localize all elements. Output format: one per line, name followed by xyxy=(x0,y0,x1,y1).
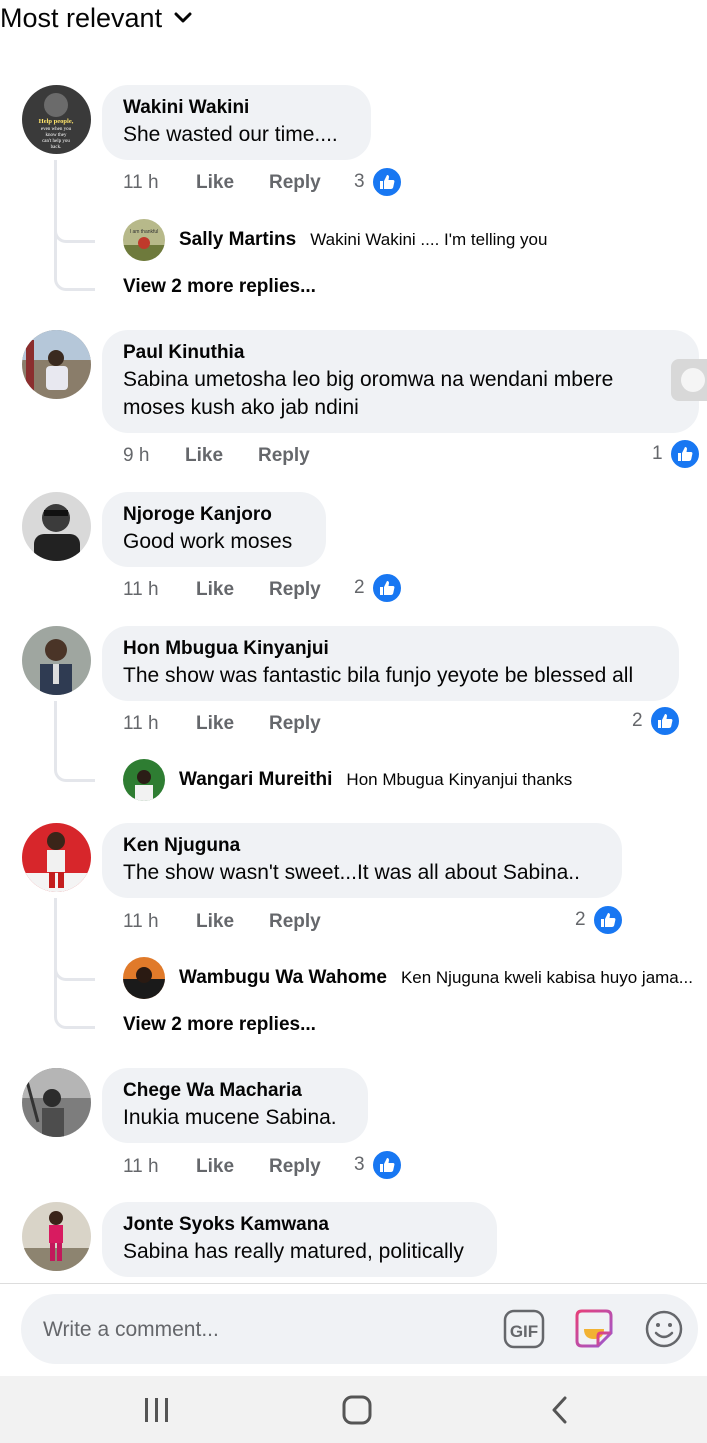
sort-label: Most relevant xyxy=(0,2,163,33)
comment-bubble[interactable]: Njoroge Kanjoro Good work moses xyxy=(102,492,326,567)
avatar[interactable] xyxy=(22,1202,91,1271)
svg-text:even when you: even when you xyxy=(41,127,72,132)
avatar[interactable] xyxy=(22,626,91,695)
comment-bubble[interactable]: Jonte Syoks Kamwana Sabina has really ma… xyxy=(102,1202,497,1277)
avatar[interactable] xyxy=(22,823,91,892)
reaction-count[interactable]: 2 xyxy=(632,705,681,737)
reply-text: Wakini Wakini .... I'm telling you xyxy=(310,230,548,249)
reply-button[interactable]: Reply xyxy=(269,1156,321,1178)
svg-text:know they: know they xyxy=(46,133,67,138)
scroll-handle[interactable] xyxy=(671,359,707,401)
avatar[interactable] xyxy=(123,759,165,801)
svg-text:Help people,: Help people, xyxy=(39,118,74,125)
reply-item[interactable]: I am thankful Sally Martins Wakini Wakin… xyxy=(123,219,683,261)
sticker-icon[interactable] xyxy=(572,1307,616,1351)
comment-author[interactable]: Ken Njuguna xyxy=(123,833,602,859)
avatar[interactable] xyxy=(22,492,91,561)
comment-text: She wasted our time.... xyxy=(123,123,338,146)
comment-composer: GIF xyxy=(21,1294,698,1364)
reply-button[interactable]: Reply xyxy=(269,713,321,735)
thread-connector xyxy=(54,240,95,291)
like-button[interactable]: Like xyxy=(196,911,234,933)
like-button[interactable]: Like xyxy=(196,1156,234,1178)
reply-button[interactable]: Reply xyxy=(258,445,310,467)
comment-text: The show wasn't sweet...It was all about… xyxy=(123,861,580,884)
comment-author[interactable]: Wakini Wakini xyxy=(123,95,351,121)
svg-text:GIF: GIF xyxy=(510,1322,538,1341)
comment-bubble[interactable]: Wakini Wakini She wasted our time.... xyxy=(102,85,371,160)
reply-item[interactable]: Wambugu Wa Wahome Ken Njuguna kweli kabi… xyxy=(123,957,698,999)
reaction-count[interactable]: 3 xyxy=(354,166,403,198)
comment-time: 11 h xyxy=(123,713,159,734)
comment-input[interactable] xyxy=(41,1314,475,1346)
svg-text:can't help you: can't help you xyxy=(42,139,70,144)
thread-connector xyxy=(54,978,95,1029)
thumbs-up-icon xyxy=(370,1149,403,1181)
like-button[interactable]: Like xyxy=(196,172,234,194)
comment-bubble[interactable]: Chege Wa Macharia Inukia mucene Sabina. xyxy=(102,1068,368,1143)
reaction-count[interactable]: 1 xyxy=(652,438,701,470)
recent-apps-icon[interactable] xyxy=(132,1390,182,1430)
comment-time: 9 h xyxy=(123,445,150,466)
gif-icon[interactable]: GIF xyxy=(502,1307,546,1351)
comment-bubble[interactable]: Hon Mbugua Kinyanjui The show was fantas… xyxy=(102,626,679,701)
back-icon[interactable] xyxy=(535,1390,585,1430)
comment-time: 11 h xyxy=(123,1156,159,1177)
comment-time: 11 h xyxy=(123,579,159,600)
view-more-replies[interactable]: View 2 more replies... xyxy=(123,276,316,298)
avatar[interactable] xyxy=(22,330,91,399)
comment-text: Good work moses xyxy=(123,530,293,553)
thumbs-up-icon xyxy=(648,705,681,737)
reply-button[interactable]: Reply xyxy=(269,172,321,194)
reply-author[interactable]: Wangari Mureithi xyxy=(179,769,332,791)
thumbs-up-icon xyxy=(370,166,403,198)
avatar[interactable]: I am thankful xyxy=(123,219,165,261)
reply-author[interactable]: Wambugu Wa Wahome xyxy=(179,967,387,989)
like-button[interactable]: Like xyxy=(196,579,234,601)
svg-text:I am thankful: I am thankful xyxy=(130,229,159,235)
chevron-down-icon xyxy=(174,12,192,23)
thread-connector xyxy=(54,200,95,243)
comment-bubble[interactable]: Paul Kinuthia Sabina umetosha leo big or… xyxy=(102,330,699,433)
comment-time: 11 h xyxy=(123,911,159,932)
home-icon[interactable] xyxy=(332,1390,382,1430)
avatar[interactable] xyxy=(123,957,165,999)
reply-button[interactable]: Reply xyxy=(269,579,321,601)
comment-text: Inukia mucene Sabina. xyxy=(123,1106,337,1129)
comment-bubble[interactable]: Ken Njuguna The show wasn't sweet...It w… xyxy=(102,823,622,898)
thumbs-up-icon xyxy=(591,904,624,936)
thread-connector xyxy=(54,938,95,981)
smiley-icon[interactable] xyxy=(642,1307,686,1351)
comment-author[interactable]: Hon Mbugua Kinyanjui xyxy=(123,636,659,662)
thread-connector xyxy=(54,701,95,782)
reply-button[interactable]: Reply xyxy=(269,911,321,933)
comment-text: The show was fantastic bila funjo yeyote… xyxy=(123,664,634,687)
comment-text: Sabina umetosha leo big oromwa na wendan… xyxy=(123,368,614,419)
avatar[interactable]: Help people, even when you know they can… xyxy=(22,85,91,154)
svg-text:back.: back. xyxy=(51,145,62,150)
view-more-replies[interactable]: View 2 more replies... xyxy=(123,1014,316,1036)
comment-text: Sabina has really matured, politically xyxy=(123,1240,464,1263)
thumbs-up-icon xyxy=(370,572,403,604)
sort-dropdown[interactable]: Most relevant xyxy=(0,0,707,36)
avatar[interactable] xyxy=(22,1068,91,1137)
comment-author[interactable]: Njoroge Kanjoro xyxy=(123,502,306,528)
reaction-count[interactable]: 3 xyxy=(354,1149,403,1181)
reaction-count[interactable]: 2 xyxy=(354,572,403,604)
comment-author[interactable]: Jonte Syoks Kamwana xyxy=(123,1212,477,1238)
reply-text: Ken Njuguna kweli kabisa huyo jama... xyxy=(400,968,693,987)
reply-author[interactable]: Sally Martins xyxy=(179,229,296,251)
reply-item[interactable]: Wangari Mureithi Hon Mbugua Kinyanjui th… xyxy=(123,759,683,801)
like-button[interactable]: Like xyxy=(185,445,223,467)
comment-time: 11 h xyxy=(123,172,159,193)
comment-author[interactable]: Paul Kinuthia xyxy=(123,340,679,366)
reply-text: Hon Mbugua Kinyanjui thanks xyxy=(346,770,573,789)
thumbs-up-icon xyxy=(668,438,701,470)
like-button[interactable]: Like xyxy=(196,713,234,735)
system-nav-bar xyxy=(0,1376,707,1443)
reaction-count[interactable]: 2 xyxy=(575,904,624,936)
comment-author[interactable]: Chege Wa Macharia xyxy=(123,1078,348,1104)
